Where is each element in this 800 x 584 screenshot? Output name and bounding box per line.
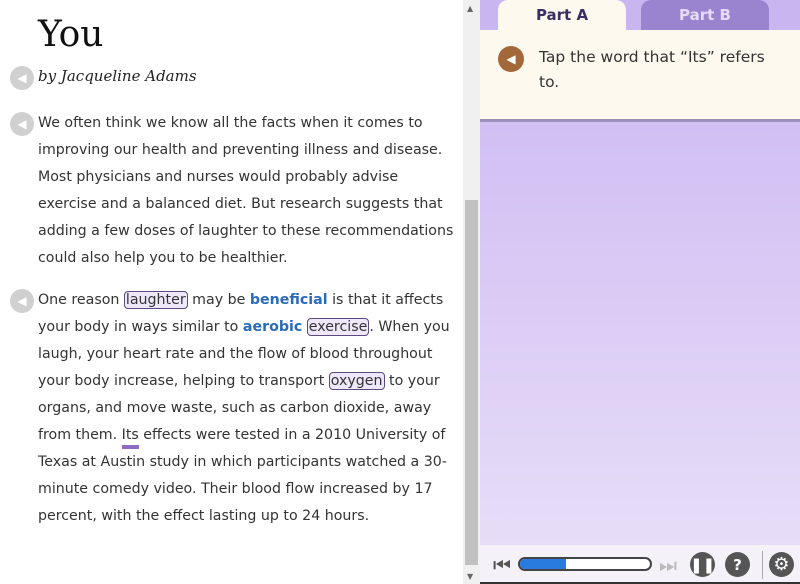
- text-line: percent, with the effect lasting up to 2…: [38, 508, 370, 524]
- text: may be: [187, 292, 250, 308]
- text: to your: [384, 373, 440, 389]
- word-option-laughter[interactable]: laughter: [123, 291, 188, 309]
- text: your body increase, helping to transport: [38, 373, 329, 389]
- skip-back-icon[interactable]: ⏮: [493, 553, 511, 577]
- speaker-icon[interactable]: ◀: [10, 112, 34, 136]
- text-line: We often think we know all the facts whe…: [38, 115, 423, 131]
- text-line: from them. Its effects were tested in a …: [38, 422, 450, 449]
- text: One reason: [38, 292, 124, 308]
- speaker-icon[interactable]: ◀: [498, 46, 524, 72]
- tab-part-b[interactable]: Part B: [641, 0, 769, 30]
- audio-progress-bar[interactable]: [518, 557, 652, 571]
- text-line: adding a few doses of laughter to these …: [38, 223, 454, 239]
- speaker-icon[interactable]: ◀: [10, 289, 34, 313]
- text-line: laugh, your heart rate and the flow of b…: [38, 346, 433, 362]
- help-icon[interactable]: ?: [725, 552, 750, 577]
- vocab-word[interactable]: beneficial: [250, 292, 328, 308]
- text: your body in ways similar to: [38, 319, 243, 335]
- text-line: could also help you to be healthier.: [38, 250, 288, 266]
- text: . When you: [369, 319, 450, 335]
- text-line: Texas at Austin study in which participa…: [38, 454, 447, 470]
- text: is that it affects: [327, 292, 444, 308]
- text-line: exercise and a balanced diet. But resear…: [38, 196, 443, 212]
- paragraph-2: One reason laughter may be beneficial is…: [38, 287, 450, 530]
- byline: by Jacqueline Adams: [38, 67, 197, 85]
- text-line: your body increase, helping to transport…: [38, 368, 450, 395]
- scrollbar[interactable]: ▲ ▼: [463, 0, 480, 584]
- text-line: minute comedy video. Their blood flow in…: [38, 481, 433, 497]
- text-line: your body in ways similar to aerobic exe…: [38, 314, 450, 341]
- question-panel: Part A Part B ◀ Tap the word that “Its” …: [480, 0, 800, 584]
- vocab-word[interactable]: aerobic: [243, 319, 302, 335]
- text: effects were tested in a 2010 University…: [138, 427, 446, 443]
- progress-fill: [520, 559, 566, 569]
- paragraph-1: We often think we know all the facts whe…: [38, 110, 453, 272]
- skip-forward-icon[interactable]: ⏭: [659, 553, 677, 577]
- question-prompt: ◀ Tap the word that “Its” refers to.: [480, 30, 800, 122]
- passage-panel: You ◀ by Jacqueline Adams ◀ We often thi…: [0, 0, 463, 584]
- answer-area: [480, 125, 800, 545]
- target-word-its: Its: [121, 427, 139, 443]
- text-line: organs, and move waste, such as carbon d…: [38, 400, 432, 416]
- word-option-exercise[interactable]: exercise: [306, 318, 370, 336]
- scroll-down-arrow[interactable]: ▼: [467, 572, 473, 581]
- text-line: Most physicians and nurses would probabl…: [38, 169, 399, 185]
- speaker-icon[interactable]: ◀: [10, 66, 34, 90]
- settings-gear-icon[interactable]: ⚙: [769, 552, 794, 577]
- question-text: Tap the word that “Its” refers to.: [539, 48, 765, 91]
- passage-title: You: [38, 14, 104, 55]
- tab-bar: Part A Part B: [480, 0, 800, 30]
- player-bar: ⏮ ⏭ ❚❚ ? ⚙: [480, 545, 800, 584]
- text-line: improving our health and preventing illn…: [38, 142, 443, 158]
- pause-icon[interactable]: ❚❚: [690, 552, 715, 577]
- word-option-oxygen[interactable]: oxygen: [328, 372, 385, 390]
- tab-part-a[interactable]: Part A: [498, 0, 626, 30]
- divider: [762, 551, 763, 579]
- text: from them.: [38, 427, 122, 443]
- scroll-up-arrow[interactable]: ▲: [467, 4, 473, 13]
- scrollbar-thumb[interactable]: [465, 200, 478, 565]
- text-line: One reason laughter may be beneficial is…: [38, 287, 450, 314]
